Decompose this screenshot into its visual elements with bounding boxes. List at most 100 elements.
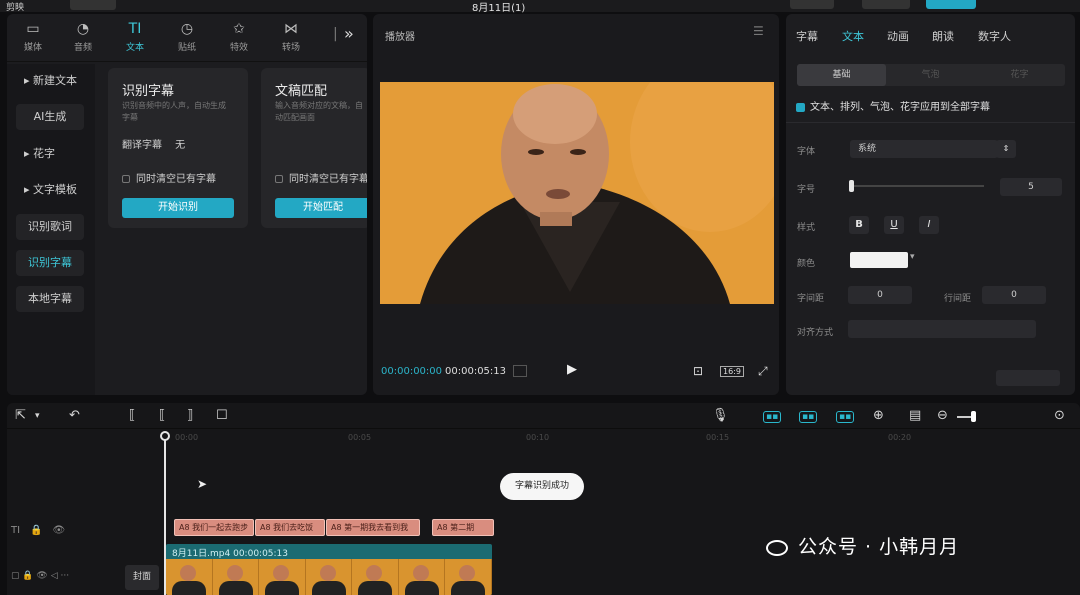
ruler-tick: 00:05 bbox=[348, 433, 372, 442]
timeline-settings-icon[interactable]: ⊙ bbox=[1054, 408, 1065, 423]
clear-captions-option[interactable]: 同时清空已有字幕 bbox=[275, 170, 367, 185]
zoom-out-icon[interactable]: ⊖ bbox=[937, 408, 948, 423]
save-preset-button[interactable] bbox=[996, 370, 1060, 386]
video-track-header-icons[interactable]: ▢ 🔒 👁 ◁ ··· bbox=[11, 571, 69, 581]
text-clip[interactable]: A8 第一期我去看到我 bbox=[326, 519, 420, 536]
sidebar-item-text-template[interactable]: ▸ 文字模板 bbox=[16, 177, 84, 203]
more-tabs-icon[interactable]: » bbox=[344, 24, 354, 43]
tab-label: 转场 bbox=[281, 43, 300, 53]
tab-sticker[interactable]: ◷ 贴纸 bbox=[163, 18, 211, 58]
menu-icon[interactable]: ☰ bbox=[753, 24, 764, 38]
sidebar-item-new-text[interactable]: ▸ 新建文本 bbox=[16, 68, 84, 94]
size-slider-handle[interactable] bbox=[849, 180, 854, 192]
center-icon[interactable]: ⊕ bbox=[873, 408, 884, 423]
start-match-button[interactable]: 开始匹配 bbox=[275, 198, 367, 218]
fit-screen-icon[interactable]: ⊡ bbox=[693, 364, 703, 378]
sidebar-item-local-captions[interactable]: 本地字幕 bbox=[16, 286, 84, 312]
sidebar-item-ai-generate[interactable]: AI生成 bbox=[16, 104, 84, 130]
card-title: 识别字幕 bbox=[122, 84, 175, 99]
thumbnail bbox=[259, 559, 306, 595]
tab-captions[interactable]: 字幕 bbox=[796, 28, 818, 44]
play-button[interactable]: ▶ bbox=[567, 362, 577, 377]
underline-button[interactable]: U bbox=[884, 216, 904, 234]
apply-all-checkbox[interactable] bbox=[796, 102, 805, 112]
bold-button[interactable]: B bbox=[849, 216, 869, 234]
card-title: 文稿匹配 bbox=[275, 84, 328, 99]
sidebar-item-auto-captions[interactable]: 识别字幕 bbox=[16, 250, 84, 276]
thumbnail bbox=[166, 559, 213, 595]
tab-media[interactable]: ▭ 媒体 bbox=[9, 18, 57, 58]
tab-animation[interactable]: 动画 bbox=[887, 28, 909, 44]
size-input[interactable]: 5 bbox=[1000, 178, 1062, 196]
translate-select[interactable]: 翻译字幕 无 bbox=[122, 136, 185, 151]
text-clip[interactable]: A8 我们去吃饭 bbox=[255, 519, 325, 536]
cover-button[interactable]: 封面 bbox=[125, 565, 159, 590]
line-spacing-input[interactable]: 0 bbox=[982, 286, 1046, 304]
sidebar-item-fancy-text[interactable]: ▸ 花字 bbox=[16, 141, 84, 167]
tab-text[interactable]: TI 文本 bbox=[111, 18, 159, 58]
letter-spacing-input[interactable]: 0 bbox=[848, 286, 912, 304]
segment-bubble[interactable]: 气泡 bbox=[886, 64, 975, 86]
divider: | bbox=[333, 26, 338, 42]
inspector-panel: 字幕 文本 动画 朗读 数字人 基础 气泡 花字 文本、排列、气泡、花字应用到全… bbox=[786, 14, 1075, 395]
chevron-down-icon[interactable]: ▾ bbox=[35, 411, 40, 421]
checkbox[interactable] bbox=[275, 175, 283, 183]
sidebar-item-lyrics[interactable]: 识别歌词 bbox=[16, 214, 84, 240]
tab-digital-human[interactable]: 数字人 bbox=[978, 28, 1011, 44]
split-left-icon[interactable]: ⟦ bbox=[159, 408, 165, 423]
preview-axis-icon[interactable]: ▪▪ bbox=[836, 411, 855, 423]
video-thumbnails bbox=[166, 559, 492, 595]
tab-effects[interactable]: ✩ 特效 bbox=[215, 18, 263, 58]
video-frame-image bbox=[380, 82, 774, 304]
segment-fancy[interactable]: 花字 bbox=[975, 64, 1064, 86]
start-recognition-button[interactable]: 开始识别 bbox=[122, 198, 234, 218]
video-clip[interactable]: 8月11日.mp4 00:00:05:13 bbox=[166, 544, 492, 595]
clear-captions-option[interactable]: 同时清空已有字幕 bbox=[122, 170, 216, 185]
chevron-updown-icon[interactable]: ⇕ bbox=[996, 140, 1016, 158]
fullscreen-icon[interactable]: ⤢ bbox=[758, 364, 768, 379]
undo-icon[interactable]: ↶ bbox=[69, 408, 80, 423]
tab-text-settings[interactable]: 文本 bbox=[842, 28, 864, 44]
alignment-label: 对齐方式 bbox=[797, 328, 834, 338]
text-clip[interactable]: A8 我们一起去跑步 bbox=[174, 519, 254, 536]
share-button[interactable] bbox=[862, 0, 910, 9]
link-clips-icon[interactable]: ▪▪ bbox=[763, 411, 782, 423]
text-style-segments: 基础 气泡 花字 bbox=[797, 64, 1065, 86]
font-select[interactable]: 系统 bbox=[850, 140, 998, 158]
microphone-icon[interactable]: 🎙 bbox=[712, 408, 729, 423]
delete-icon[interactable]: ☐ bbox=[216, 408, 228, 423]
split-right-icon[interactable]: ⟧ bbox=[187, 408, 193, 423]
media-icon: ▭ bbox=[26, 21, 40, 37]
chevron-down-icon[interactable]: ▾ bbox=[910, 252, 915, 262]
alignment-options[interactable] bbox=[848, 320, 1036, 338]
aspect-ratio-button[interactable]: 16:9 bbox=[720, 366, 744, 377]
size-slider[interactable] bbox=[850, 185, 984, 187]
segment-basic[interactable]: 基础 bbox=[797, 64, 886, 86]
split-icon[interactable]: ⟦ bbox=[129, 408, 135, 423]
snap-icon[interactable]: ▪▪ bbox=[799, 411, 818, 423]
menu-button[interactable] bbox=[70, 0, 116, 10]
export-button[interactable] bbox=[926, 0, 976, 9]
shortcut-button[interactable] bbox=[790, 0, 834, 9]
select-tool-icon[interactable]: ⇱ bbox=[15, 408, 26, 423]
time-ruler[interactable]: 00:00 00:05 00:10 00:15 00:20 bbox=[163, 433, 1080, 447]
card-description: 输入音频对应的文稿，自动匹配画面 bbox=[275, 101, 363, 122]
tab-read-aloud[interactable]: 朗读 bbox=[932, 28, 954, 44]
apply-all-option[interactable]: 文本、排列、气泡、花字应用到全部字幕 bbox=[796, 98, 990, 113]
checkbox[interactable] bbox=[122, 175, 130, 183]
style-label: 样式 bbox=[797, 223, 816, 233]
caption-icon[interactable]: ▤ bbox=[909, 408, 921, 423]
tab-transition[interactable]: ⋈ 转场 bbox=[267, 18, 315, 58]
ruler-tick: 00:00 bbox=[175, 433, 199, 442]
color-swatch[interactable] bbox=[850, 252, 908, 268]
text-clip[interactable]: A8 第二期 bbox=[432, 519, 494, 536]
video-preview[interactable] bbox=[380, 82, 774, 304]
timecode-toggle-icon[interactable] bbox=[513, 365, 527, 377]
zoom-slider-handle[interactable] bbox=[971, 411, 976, 422]
tab-audio[interactable]: ◔ 音频 bbox=[59, 18, 107, 58]
italic-button[interactable]: I bbox=[919, 216, 939, 234]
text-track-header-icons[interactable]: TI 🔒 👁 bbox=[11, 521, 65, 536]
color-label: 颜色 bbox=[797, 259, 816, 269]
playhead-handle[interactable] bbox=[160, 431, 170, 441]
app-logo: 剪映 bbox=[6, 3, 25, 13]
